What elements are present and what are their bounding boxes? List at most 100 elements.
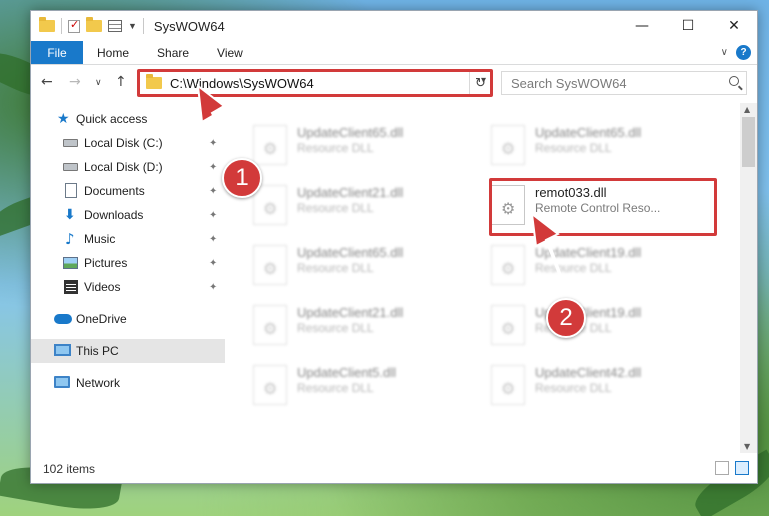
tab-share[interactable]: Share [143, 41, 203, 64]
maximize-button[interactable]: ☐ [665, 11, 711, 41]
file-name: UpdateClient42.dll [535, 365, 642, 380]
tab-file[interactable]: File [31, 41, 83, 64]
sidebar-item-downloads[interactable]: ⬇ Downloads ✦ [31, 203, 225, 227]
pictures-icon [63, 257, 78, 269]
network-icon [54, 376, 70, 388]
ribbon-tabs: File Home Share View ∨ ? [31, 41, 757, 65]
pin-icon[interactable]: ✦ [209, 138, 217, 149]
this-pc-icon [54, 344, 71, 356]
gear-icon: ⚙ [501, 139, 516, 158]
drive-icon [63, 139, 78, 147]
pin-icon[interactable]: ✦ [209, 210, 217, 221]
file-list: ⚙ UpdateClient65.dll Resource DLL ⚙ Upda… [227, 103, 741, 453]
sidebar-item-label: Videos [84, 280, 121, 294]
sidebar-item-network[interactable]: Network [31, 371, 225, 395]
downloads-icon: ⬇ [64, 207, 76, 223]
vertical-scrollbar[interactable]: ▲ ▼ [740, 103, 757, 453]
address-highlight-box [137, 69, 493, 97]
sidebar-item-local-disk-d[interactable]: Local Disk (D:) ✦ [31, 155, 225, 179]
gear-icon: ⚙ [263, 379, 278, 398]
sidebar-item-this-pc[interactable]: This PC [31, 339, 225, 363]
file-type: Resource DLL [297, 381, 374, 395]
file-item[interactable]: ⚙ UpdateClient21.dll Resource DLL [227, 177, 457, 227]
file-item[interactable]: ⚙ UpdateClient65.dll Resource DLL [465, 117, 695, 167]
quick-access-toolbar: ▼ [39, 17, 144, 34]
file-name: UpdateClient19.dll [535, 245, 642, 260]
videos-icon [64, 280, 78, 294]
gear-icon: ⚙ [501, 379, 516, 398]
file-name: UpdateClient65.dll [535, 125, 642, 140]
navigation-bar: ← → ∨ ↑ C:\Windows\SysWOW64 ▾ ↻ Search S… [31, 69, 757, 99]
expand-ribbon-icon[interactable]: ∨ [721, 47, 728, 58]
file-item[interactable]: ⚙ UpdateClient42.dll Resource DLL [465, 357, 695, 407]
properties-check-icon[interactable] [68, 18, 80, 33]
status-bar: 102 items [31, 455, 757, 483]
sidebar-item-label: Quick access [76, 112, 148, 126]
gear-icon: ⚙ [263, 199, 278, 218]
pin-icon[interactable]: ✦ [209, 258, 217, 269]
view-toggle [715, 461, 749, 475]
search-icon[interactable] [729, 76, 739, 86]
qat-dropdown-icon[interactable]: ▼ [128, 21, 137, 31]
file-name: UpdateClient65.dll [297, 245, 404, 260]
forward-button[interactable]: → [69, 74, 81, 90]
gear-icon: ⚙ [263, 139, 278, 158]
gear-icon: ⚙ [501, 259, 516, 278]
search-box[interactable]: Search SysWOW64 [501, 71, 747, 95]
close-button[interactable]: ✕ [711, 11, 757, 41]
sidebar-item-videos[interactable]: Videos ✦ [31, 275, 225, 299]
ribbon-right-controls: ∨ ? [721, 45, 751, 60]
tab-view[interactable]: View [203, 41, 257, 64]
scroll-up-icon[interactable]: ▲ [744, 105, 750, 114]
file-type: Resource DLL [535, 261, 612, 275]
file-type: Resource DLL [297, 321, 374, 335]
sidebar-item-label: OneDrive [76, 312, 127, 326]
explorer-window: ▼ SysWOW64 — ☐ ✕ File Home Share View ∨ … [30, 10, 758, 484]
star-icon: ★ [57, 111, 70, 127]
gear-icon: ⚙ [501, 319, 516, 338]
file-type: Resource DLL [535, 381, 612, 395]
window-title: SysWOW64 [153, 18, 225, 34]
sidebar-item-quick-access[interactable]: ★ Quick access [31, 107, 225, 131]
up-button[interactable]: ↑ [115, 74, 127, 90]
recent-locations-button[interactable]: ∨ [95, 78, 102, 88]
divider [142, 18, 144, 34]
sidebar-item-pictures[interactable]: Pictures ✦ [31, 251, 225, 275]
help-icon[interactable]: ? [736, 45, 751, 60]
step-1-badge: 1 [222, 158, 262, 198]
tiles-view-icon[interactable] [735, 461, 749, 475]
file-type: Resource DLL [297, 261, 374, 275]
file-item[interactable]: ⚙ UpdateClient65.dll Resource DLL [227, 117, 457, 167]
search-placeholder[interactable]: Search SysWOW64 [511, 76, 627, 91]
pin-icon[interactable]: ✦ [209, 162, 217, 173]
item-count: 102 items [43, 462, 96, 476]
file-type: Resource DLL [535, 141, 612, 155]
sidebar-item-music[interactable]: ♪ Music ✦ [31, 227, 225, 251]
tab-home[interactable]: Home [83, 41, 143, 64]
divider [61, 18, 62, 34]
sidebar-item-documents[interactable]: Documents ✦ [31, 179, 225, 203]
back-button[interactable]: ← [41, 74, 53, 90]
file-item[interactable]: ⚙ UpdateClient19.dll Resource DLL [465, 237, 695, 287]
file-item[interactable]: ⚙ UpdateClient21.dll Resource DLL [227, 297, 457, 347]
sidebar-item-label: Documents [84, 184, 145, 198]
pin-icon[interactable]: ✦ [209, 186, 217, 197]
minimize-button[interactable]: — [619, 11, 665, 41]
details-view-icon[interactable] [715, 461, 729, 475]
pin-icon[interactable]: ✦ [209, 282, 217, 293]
sidebar-item-local-disk-c[interactable]: Local Disk (C:) ✦ [31, 131, 225, 155]
documents-icon [65, 183, 77, 198]
scroll-down-icon[interactable]: ▼ [744, 442, 750, 451]
pin-icon[interactable]: ✦ [209, 234, 217, 245]
window-controls: — ☐ ✕ [619, 11, 757, 41]
gear-icon: ⚙ [263, 319, 278, 338]
sidebar-item-label: Downloads [84, 208, 144, 222]
scrollbar-thumb[interactable] [742, 117, 755, 167]
music-icon: ♪ [65, 230, 75, 248]
new-folder-icon[interactable] [86, 17, 102, 32]
sidebar-item-onedrive[interactable]: OneDrive [31, 307, 225, 331]
customize-icon[interactable] [108, 20, 122, 32]
file-item[interactable]: ⚙ UpdateClient65.dll Resource DLL [227, 237, 457, 287]
file-item[interactable]: ⚙ UpdateClient5.dll Resource DLL [227, 357, 457, 407]
gear-icon: ⚙ [263, 259, 278, 278]
